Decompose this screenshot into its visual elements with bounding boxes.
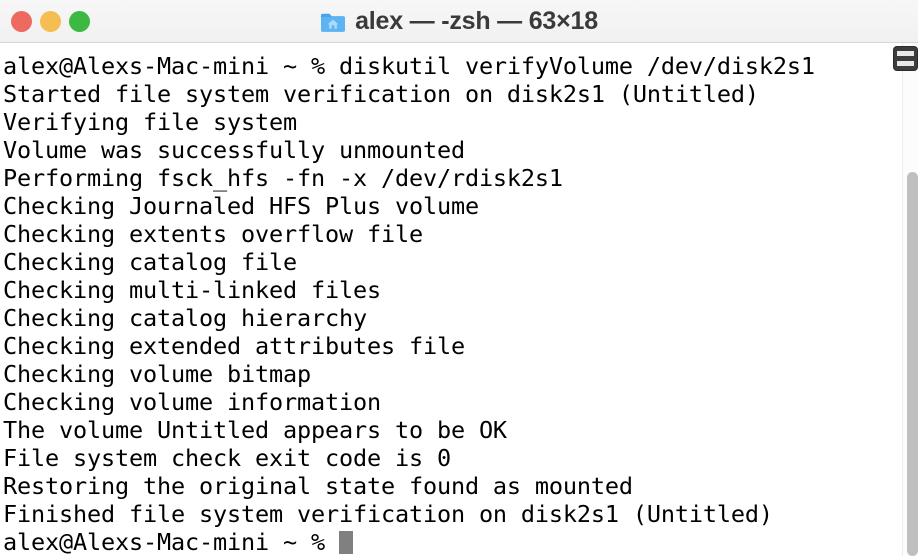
terminal-window: alex — -zsh — 63×18 alex@Alexs-Mac-mini … (0, 0, 918, 556)
terminal-line: Checking catalog file (3, 248, 903, 276)
terminal-line: Checking volume information (3, 388, 903, 416)
shell-prompt: alex@Alexs-Mac-mini ~ % (3, 528, 339, 556)
terminal-line: Restoring the original state found as mo… (3, 472, 903, 500)
list-panel-toggle-icon[interactable] (893, 46, 918, 71)
scrollbar-thumb[interactable] (907, 172, 918, 556)
terminal-line: Verifying file system (3, 108, 903, 136)
terminal-prompt-line: alex@Alexs-Mac-mini ~ % (3, 528, 903, 556)
close-button[interactable] (11, 11, 32, 32)
maximize-button[interactable] (69, 11, 90, 32)
text-cursor (339, 531, 353, 554)
terminal-line: Checking extended attributes file (3, 332, 903, 360)
terminal-line: Checking Journaled HFS Plus volume (3, 192, 903, 220)
window-title: alex — -zsh — 63×18 (355, 9, 598, 34)
terminal-content-area[interactable]: alex@Alexs-Mac-mini ~ % diskutil verifyV… (0, 43, 918, 556)
panel-bar-bottom (897, 61, 914, 66)
terminal-line: Checking catalog hierarchy (3, 304, 903, 332)
terminal-line: Started file system verification on disk… (3, 80, 903, 108)
home-folder-icon (320, 10, 346, 34)
terminal-line: File system check exit code is 0 (3, 444, 903, 472)
terminal-line: Finished file system verification on dis… (3, 500, 903, 528)
terminal-line: Checking volume bitmap (3, 360, 903, 388)
vertical-scrollbar[interactable] (902, 43, 918, 556)
window-controls (11, 11, 90, 32)
minimize-button[interactable] (40, 11, 61, 32)
title-group: alex — -zsh — 63×18 (0, 0, 918, 43)
terminal-line: The volume Untitled appears to be OK (3, 416, 903, 444)
terminal-line: Volume was successfully unmounted (3, 136, 903, 164)
terminal-output: alex@Alexs-Mac-mini ~ % diskutil verifyV… (3, 52, 903, 556)
title-bar[interactable]: alex — -zsh — 63×18 (0, 0, 918, 43)
panel-bar-top (897, 51, 914, 56)
terminal-line: Performing fsck_hfs -fn -x /dev/rdisk2s1 (3, 164, 903, 192)
terminal-line: Checking multi-linked files (3, 276, 903, 304)
terminal-line: alex@Alexs-Mac-mini ~ % diskutil verifyV… (3, 52, 903, 80)
terminal-line: Checking extents overflow file (3, 220, 903, 248)
